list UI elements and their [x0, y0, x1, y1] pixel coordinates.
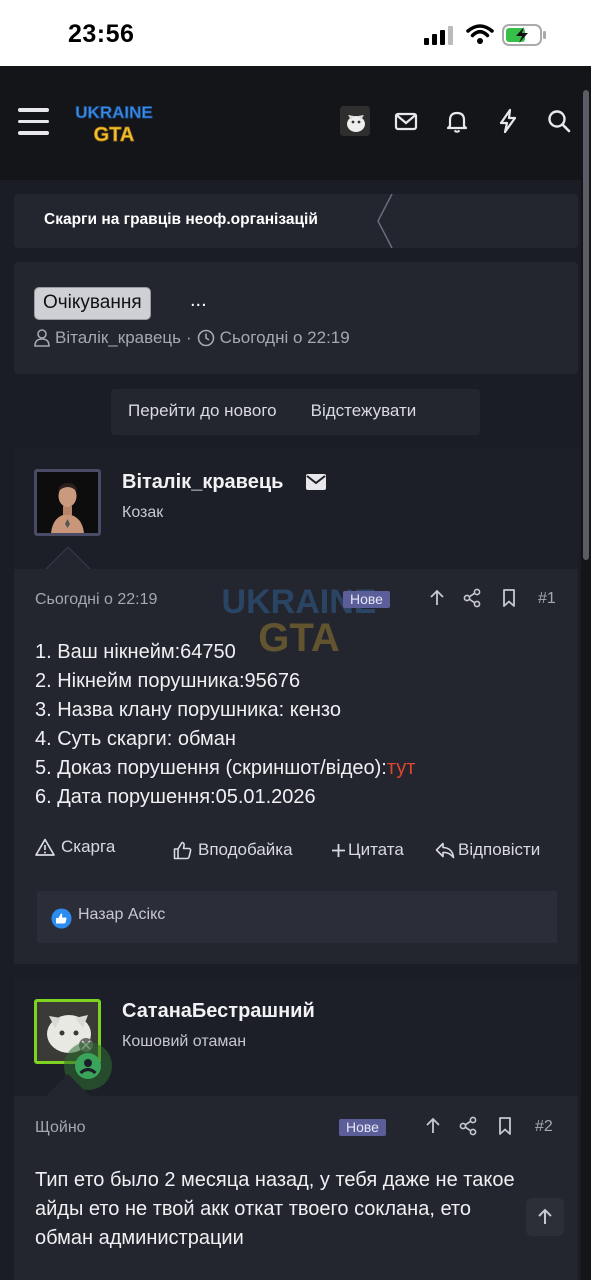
- status-bar: 23:56: [0, 0, 591, 66]
- post-1-line-1: 1. Ваш нікнейм:64750: [35, 641, 236, 663]
- report-button[interactable]: Скарга: [35, 837, 115, 857]
- plus-icon: [332, 843, 345, 857]
- thread-header: Очікування ... Віталік_кравець · Сьогодн…: [14, 262, 578, 374]
- post-2-author[interactable]: СатанаБестрашний: [122, 1000, 315, 1023]
- warning-icon: [35, 838, 55, 856]
- thread-prefix-badge: Очікування: [34, 287, 151, 320]
- post-2-new-badge: Нове: [339, 1119, 386, 1136]
- user-avatar[interactable]: [340, 106, 370, 136]
- search-icon[interactable]: [546, 108, 572, 134]
- thread-button-bar: Перейти до нового Відстежувати: [111, 389, 480, 435]
- reply-icon: [435, 842, 455, 858]
- quote-label: Цитата: [348, 840, 404, 859]
- like-label: Вподобайка: [198, 840, 293, 859]
- thread-date[interactable]: Сьогодні о 22:19: [220, 328, 350, 348]
- svg-text:GTA: GTA: [94, 124, 135, 146]
- thread-meta: Віталік_кравець · Сьогодні о 22:19: [34, 328, 350, 348]
- watermark-logo: UKRAINE GTA: [222, 583, 377, 655]
- bell-icon[interactable]: [444, 108, 470, 134]
- watch-button[interactable]: Відстежувати: [311, 389, 417, 435]
- thread-author[interactable]: Віталік_кравець: [55, 328, 181, 348]
- share-icon[interactable]: [462, 588, 482, 608]
- post-2-line-1: Тип ето было 2 месяца назад, у тебя даже…: [35, 1169, 515, 1191]
- user-block-arrow: [46, 547, 90, 569]
- post-2-user-block: СатанаБестрашний Кошовий отаман: [14, 978, 578, 1096]
- share-icon[interactable]: [458, 1116, 478, 1136]
- report-label: Скарга: [61, 837, 116, 856]
- post-2-user-title: Кошовий отаман: [122, 1033, 247, 1050]
- post-1-new-badge: Нове: [343, 591, 390, 608]
- breadcrumb-chevron-icon: [377, 194, 393, 248]
- top-navigation-bar: UKRAINE GTA: [0, 66, 591, 180]
- post-2-date[interactable]: Щойно: [35, 1119, 86, 1137]
- goto-new-button[interactable]: Перейти до нового: [128, 389, 277, 435]
- arrow-up-icon[interactable]: [423, 1116, 443, 1136]
- post-1-line-2: 2. Нікнейм порушника:95676: [35, 670, 301, 692]
- wifi-icon: [466, 24, 494, 44]
- breadcrumb[interactable]: Скарги на гравців неоф.організацій: [14, 194, 578, 248]
- breadcrumb-label[interactable]: Скарги на гравців неоф.організацій: [44, 211, 318, 229]
- like-button[interactable]: Вподобайка: [173, 840, 293, 860]
- clock-icon: [197, 329, 214, 347]
- post-1-line-3: 3. Назва клану порушника: кензо: [35, 699, 341, 721]
- post-2-number[interactable]: #2: [535, 1118, 553, 1136]
- post-1-author[interactable]: Віталік_кравець: [122, 471, 283, 494]
- meta-separator: ·: [186, 328, 192, 347]
- envelope-icon[interactable]: [306, 474, 326, 490]
- scroll-to-top-button[interactable]: [526, 1198, 564, 1236]
- post-1-number[interactable]: #1: [538, 590, 556, 608]
- evidence-link[interactable]: тут: [387, 757, 416, 779]
- like-reaction-icon: [51, 908, 72, 929]
- post-1-line-6: 6. Дата порушення:05.01.2026: [35, 786, 316, 808]
- signal-icon: [424, 26, 453, 45]
- post-1-user-block: Віталік_кравець Козак: [14, 449, 578, 569]
- post-2-line-2: айды ето не твой акк откат твоего соклан…: [35, 1198, 471, 1220]
- thread-title: ...: [190, 289, 207, 311]
- user-icon: [34, 329, 50, 347]
- bookmark-icon[interactable]: [495, 1116, 515, 1136]
- post-2-line-3: обман администрации: [35, 1227, 244, 1249]
- quote-button[interactable]: Цитата: [331, 840, 404, 860]
- battery-icon: [502, 24, 546, 46]
- menu-icon[interactable]: [18, 108, 49, 136]
- post-1-avatar[interactable]: [34, 469, 101, 536]
- post-1-line-4: 4. Суть скарги: обман: [35, 728, 236, 750]
- bolt-icon[interactable]: [495, 108, 521, 134]
- post-2: Щойно Нове #2 Тип ето было 2 месяца наза…: [14, 1096, 578, 1280]
- status-time: 23:56: [68, 20, 135, 48]
- post-1-line-5: 5. Доказ порушення (скриншот/відео):тут: [35, 757, 416, 779]
- arrow-up-icon[interactable]: [427, 588, 447, 608]
- post-1-likes-bar[interactable]: Назар Асікс: [37, 891, 557, 943]
- arrow-up-icon: [538, 1208, 552, 1224]
- reply-label: Відповісти: [458, 840, 541, 859]
- scrollbar-thumb[interactable]: [583, 90, 589, 560]
- post-1-date[interactable]: Сьогодні о 22:19: [35, 591, 157, 609]
- bookmark-icon[interactable]: [499, 588, 519, 608]
- reply-button[interactable]: Відповісти: [435, 840, 540, 860]
- user-block-arrow: [46, 1074, 90, 1096]
- svg-text:GTA: GTA: [258, 616, 339, 655]
- thumbs-up-icon: [173, 841, 192, 859]
- mail-icon[interactable]: [393, 108, 419, 134]
- likes-user[interactable]: Назар Асікс: [78, 906, 165, 924]
- post-1-user-title: Козак: [122, 504, 164, 521]
- site-logo[interactable]: UKRAINE GTA: [72, 100, 156, 148]
- svg-text:UKRAINE: UKRAINE: [75, 103, 152, 122]
